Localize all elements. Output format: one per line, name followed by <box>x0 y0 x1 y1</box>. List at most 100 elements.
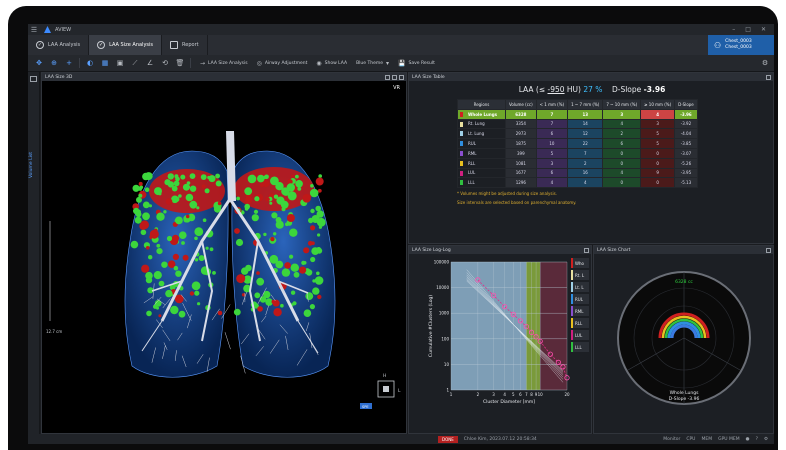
region-color-swatch <box>460 170 463 176</box>
laa-cluster-dot <box>276 196 285 205</box>
help-icon[interactable]: ? <box>756 437 758 442</box>
table-cell: 5 <box>640 128 676 140</box>
table-row[interactable]: Rt. Lung 3354 7 14 4 3 -3.92 <box>457 118 698 130</box>
window-level-icon[interactable]: ◐ <box>85 59 95 67</box>
lung-3d-render[interactable]: 12.7 cm H L SPE <box>42 81 408 433</box>
legend-item[interactable]: Rt. L <box>571 270 589 280</box>
reset-icon[interactable]: ⟲ <box>160 59 170 67</box>
laa-size-3d-panel: LAA Size 3D VR 12.7 cm H L SPE <box>41 72 407 434</box>
tab-report[interactable]: Report <box>162 35 208 55</box>
laa-cluster-dot <box>138 187 142 191</box>
legend-item[interactable]: RUL <box>571 294 589 304</box>
table-row[interactable]: Lt. Lung 2973 6 12 2 5 -4.04 <box>457 128 698 140</box>
laa-label: LAA (≤ <box>518 85 546 94</box>
button-label: Show LAA <box>324 60 348 66</box>
loglog-chart[interactable]: 1101001000100001000001 2 3 4 5 6 7 8 9 10 20Cluste… <box>427 260 573 408</box>
screenshot-icon[interactable] <box>385 74 390 80</box>
delete-icon[interactable]: 🗑 <box>175 59 185 67</box>
laa-cluster-dot <box>316 271 320 276</box>
laa-cluster-dot <box>156 212 165 221</box>
laa-cluster-dot <box>167 181 175 188</box>
table-row[interactable]: LUL 1677 6 16 4 9 -3.95 <box>457 167 698 179</box>
bell-icon[interactable]: ● <box>746 437 750 442</box>
table-row[interactable]: RUL 1875 10 22 6 5 -3.85 <box>457 138 698 149</box>
table-row[interactable]: LLL 1296 4 4 0 0 -5.13 <box>457 177 698 189</box>
theme-dropdown[interactable]: Blue Theme ▾ <box>356 60 389 67</box>
legend-item[interactable]: RLL <box>571 318 589 328</box>
laa-cluster-dot <box>145 271 153 280</box>
crosshair-icon[interactable]: + <box>64 59 74 67</box>
laa-cluster-dot <box>305 269 313 276</box>
table-cell: -4.04 <box>674 128 698 140</box>
legend-item[interactable]: RML <box>571 306 589 316</box>
save-result-button[interactable]: 💾 Save Result <box>398 60 435 67</box>
table-row[interactable]: RML 399 5 7 0 0 -3.07 <box>457 147 698 159</box>
angle-icon[interactable]: ∠ <box>145 59 155 67</box>
copy-icon[interactable] <box>392 74 397 80</box>
laa-cluster-dot <box>165 289 173 298</box>
volume-list-tab[interactable]: Volume List <box>29 152 34 178</box>
patient-icon: ⚇ <box>714 40 722 50</box>
laa-cluster-dot <box>186 185 191 189</box>
patient-selector[interactable]: ⚇ Chest_0003 Chest_0003 <box>708 35 774 55</box>
laa-cluster-dot <box>244 187 253 196</box>
laa-cluster-dot <box>310 225 316 231</box>
table-row[interactable]: RLL 1081 3 2 0 0 -5.26 <box>457 157 698 169</box>
table-cell: 16 <box>567 167 604 179</box>
table-row[interactable]: Whole Lungs 6328 7 13 3 4 -3.96 <box>457 108 698 120</box>
laa-cluster-dot <box>244 203 250 210</box>
layout-icon[interactable]: ▣ <box>115 59 125 67</box>
airway-adjustment-button[interactable]: ◎ Airway Adjustment <box>257 60 308 67</box>
table-cell: 2 <box>602 128 642 140</box>
laa-size-radial-chart[interactable]: 6328 cc Whole Lungs D-Slope -3.96 <box>594 254 774 434</box>
ruler-icon[interactable]: ⟋ <box>130 59 140 68</box>
laa-cluster-dot <box>189 185 197 192</box>
tab-laa-size-analysis[interactable]: ✓ LAA Size Analysis <box>89 35 163 55</box>
laa-cluster-dot <box>185 214 190 219</box>
tab-label: Report <box>182 42 199 48</box>
dropdown-value: Blue Theme <box>356 60 383 66</box>
maximize-panel-icon[interactable] <box>584 247 589 253</box>
close-icon[interactable]: ✕ <box>761 26 766 33</box>
legend-item[interactable]: Who <box>571 258 589 268</box>
table-cell: 14 <box>567 118 604 130</box>
laa-cluster-dot <box>295 174 299 179</box>
legend-item[interactable]: LLL <box>571 342 589 352</box>
hamburger-menu-icon[interactable]: ☰ <box>28 24 40 35</box>
laa-cluster-dot <box>156 243 161 248</box>
settings-icon[interactable]: ⚙ <box>760 59 770 67</box>
y-tick-label: 1000 <box>439 311 450 316</box>
panel-title: LAA Size Chart <box>597 247 631 253</box>
laa-size-chart-panel: LAA Size Chart 6328 cc Whole Lungs D-Slo… <box>593 245 774 434</box>
x-tick-label: 3 <box>492 392 495 397</box>
laa-cluster-dot <box>275 182 284 191</box>
col-header: 1 ~ 7 mm (%) <box>567 99 604 110</box>
laa-size-analysis-button[interactable]: → LAA Size Analysis <box>200 60 248 67</box>
laa-cluster-dot <box>175 270 182 277</box>
laa-cluster-dot <box>217 201 222 206</box>
laa-cluster-dot <box>236 196 241 201</box>
laa-cluster-dot <box>217 310 223 316</box>
zoom-icon[interactable]: ⊕ <box>49 59 59 67</box>
minimize-icon[interactable]: – <box>732 26 735 33</box>
region-color-swatch <box>460 111 463 117</box>
rail-toggle-icon[interactable] <box>30 76 37 82</box>
move-icon[interactable]: ✥ <box>34 59 44 67</box>
table-note: Size intervals are selected based on par… <box>457 200 577 205</box>
laa-threshold[interactable]: -950 <box>548 85 565 94</box>
settings-icon[interactable]: ⚙ <box>764 437 768 442</box>
tab-laa-analysis[interactable]: ✓ LAA Analysis <box>28 35 90 55</box>
table-cell: 0 <box>640 177 676 189</box>
show-laa-toggle[interactable]: ◉ Show LAA <box>316 60 347 67</box>
laa-cluster-dot <box>290 290 296 295</box>
grid-icon[interactable]: ▦ <box>100 59 110 67</box>
legend-item[interactable]: Lt. L <box>571 282 589 292</box>
maximize-panel-icon[interactable] <box>399 74 404 80</box>
laa-cluster-dot <box>215 173 221 179</box>
maximize-icon[interactable]: □ <box>745 26 751 33</box>
maximize-panel-icon[interactable] <box>766 247 771 253</box>
maximize-panel-icon[interactable] <box>766 74 771 80</box>
legend-item[interactable]: LUL <box>571 330 589 340</box>
y-axis-label: Cumulative #Clusters (Log) <box>428 295 434 357</box>
app-window: ☰ AVIEW – □ ✕ ✓ LAA Analysis ✓ LAA Size … <box>28 24 774 444</box>
